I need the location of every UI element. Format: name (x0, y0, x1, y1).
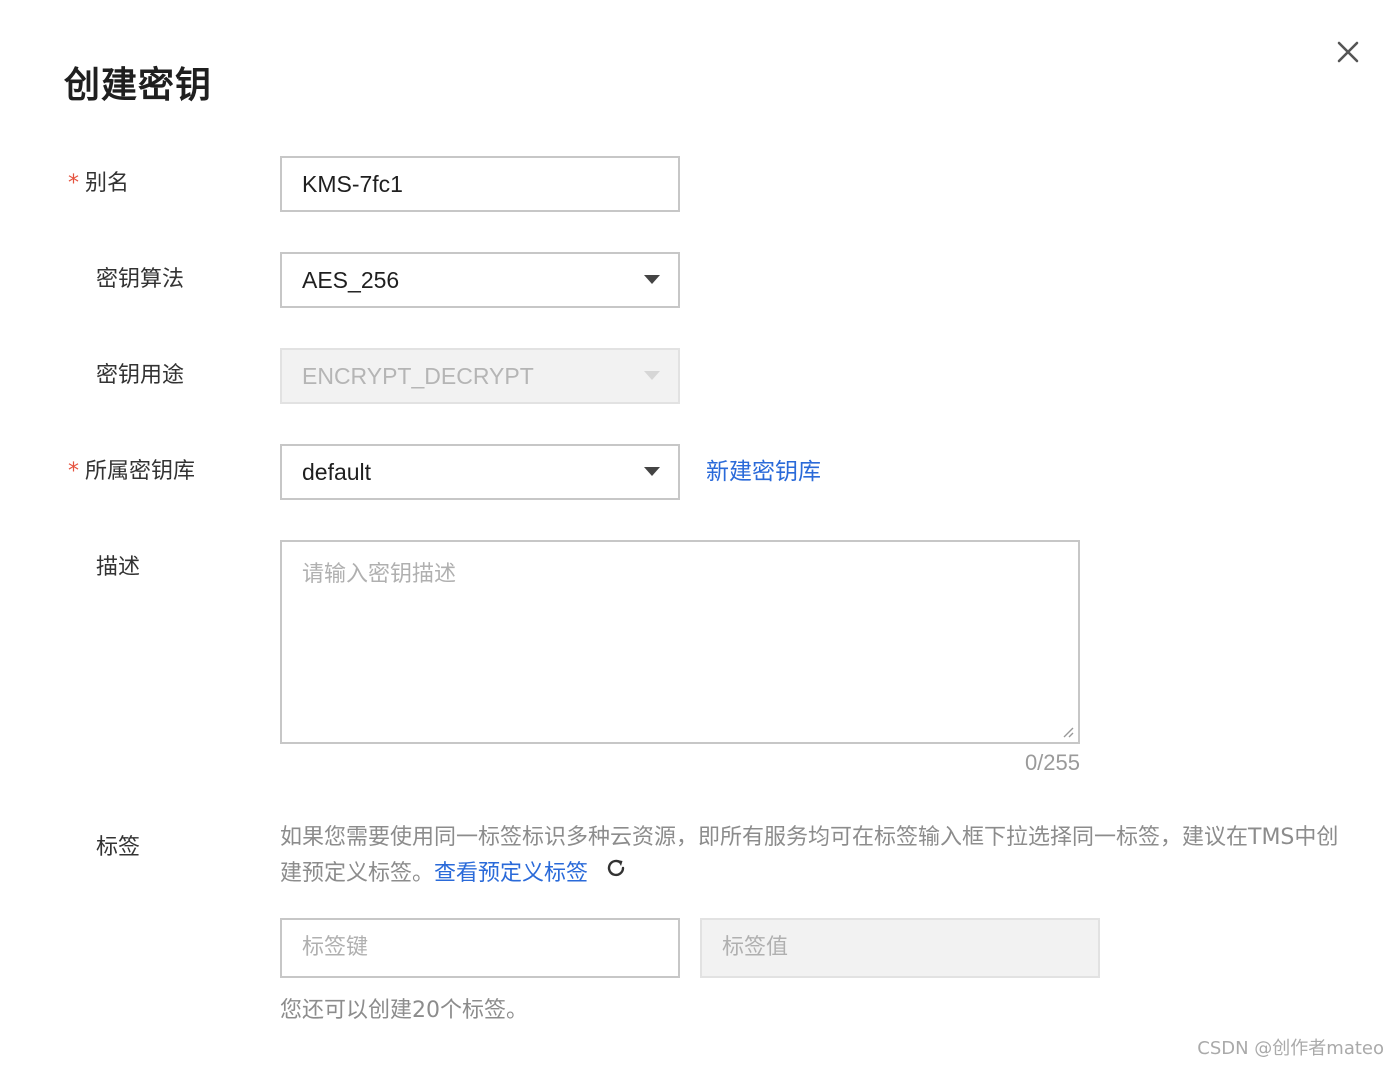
description-counter: 0/255 (1024, 750, 1080, 775)
view-predefined-tags-link[interactable]: 查看预定义标签 (434, 861, 588, 886)
tag-key-box (280, 918, 680, 978)
resize-handle-icon[interactable] (1060, 724, 1074, 738)
tag-value-box (700, 918, 1100, 978)
keystore-select[interactable]: default (280, 444, 680, 500)
keystore-label-row: * 所属密钥库 (68, 456, 195, 488)
tags-hint: 如果您需要使用同一标签标识多种云资源，即所有服务均可在标签输入框下拉选择同一标签… (280, 820, 1350, 892)
required-mark: * (68, 459, 79, 484)
caret-down-icon (644, 467, 660, 476)
description-label: 描述 (96, 555, 141, 580)
caret-down-icon (644, 371, 660, 380)
create-keystore-link[interactable]: 新建密钥库 (706, 456, 821, 488)
algorithm-select[interactable]: AES_256 (280, 252, 680, 308)
tag-key-input[interactable] (302, 920, 642, 976)
caret-down-icon (644, 275, 660, 284)
keystore-selected-value: default (302, 459, 372, 485)
keystore-label: 所属密钥库 (85, 459, 196, 484)
algorithm-label: 密钥算法 (96, 267, 185, 292)
watermark: CSDN @创作者mateo (1197, 1038, 1384, 1059)
description-textarea[interactable] (282, 542, 1078, 742)
refresh-icon (607, 859, 625, 877)
algorithm-selected-value: AES_256 (302, 267, 400, 293)
refresh-button[interactable] (604, 856, 628, 892)
tags-remaining-text: 您还可以创建20个标签。 (280, 998, 528, 1023)
alias-label: 别名 (85, 171, 130, 196)
alias-input[interactable] (302, 158, 642, 210)
usage-label: 密钥用途 (96, 363, 185, 388)
usage-selected-value: ENCRYPT_DECRYPT (302, 363, 534, 389)
alias-label-row: * 别名 (68, 168, 129, 200)
tag-value-input (722, 920, 1062, 976)
description-box (280, 540, 1080, 744)
tags-label: 标签 (96, 835, 141, 860)
close-button[interactable] (1330, 34, 1366, 70)
usage-select: ENCRYPT_DECRYPT (280, 348, 680, 404)
dialog-title: 创建密钥 (64, 65, 213, 106)
required-mark: * (68, 171, 79, 196)
close-icon (1337, 41, 1359, 63)
alias-input-box (280, 156, 680, 212)
